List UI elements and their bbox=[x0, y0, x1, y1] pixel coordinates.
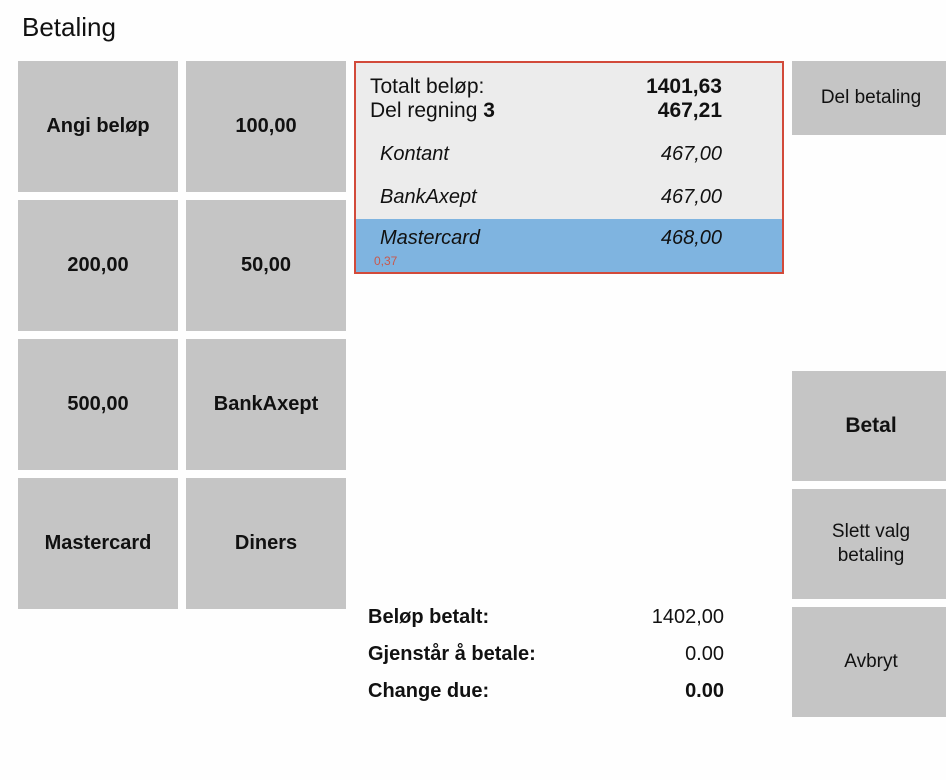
cancel-button[interactable]: Avbryt bbox=[792, 607, 946, 717]
split-label: Del regning 3 bbox=[370, 99, 495, 123]
diners-button[interactable]: Diners bbox=[186, 478, 346, 609]
payment-amount: 468,00 bbox=[661, 227, 768, 250]
payment-amount: 467,00 bbox=[661, 186, 768, 209]
payment-lines: Kontant 467,00 BankAxept 467,00 Masterca… bbox=[356, 133, 782, 272]
total-label: Totalt beløp: bbox=[370, 75, 484, 99]
amount-keypad: Angi beløp 100,00 200,00 50,00 500,00 Ba… bbox=[18, 61, 346, 717]
paid-value: 1402,00 bbox=[652, 606, 770, 629]
change-value: 0.00 bbox=[685, 680, 770, 703]
totals-block: Beløp betalt: 1402,00 Gjenstår å betale:… bbox=[354, 606, 784, 717]
amount-500-button[interactable]: 500,00 bbox=[18, 339, 178, 470]
bankaxept-button[interactable]: BankAxept bbox=[186, 339, 346, 470]
split-payment-button[interactable]: Del betaling bbox=[792, 61, 946, 135]
amount-100-button[interactable]: 100,00 bbox=[186, 61, 346, 192]
payment-line[interactable]: Kontant 467,00 bbox=[356, 133, 782, 176]
change-label: Change due: bbox=[368, 680, 489, 703]
payment-line[interactable]: BankAxept 467,00 bbox=[356, 176, 782, 219]
payment-summary-panel: Totalt beløp: 1401,63 Del regning 3 467,… bbox=[354, 61, 784, 274]
payment-sub-amount: 0,37 bbox=[374, 254, 397, 268]
payment-line-selected[interactable]: Mastercard 468,00 0,37 bbox=[356, 219, 782, 272]
action-column: Del betaling Betal Slett valg betaling A… bbox=[792, 61, 946, 717]
remaining-value: 0.00 bbox=[685, 643, 770, 666]
payment-method: BankAxept bbox=[380, 186, 477, 209]
paid-label: Beløp betalt: bbox=[368, 606, 489, 629]
payment-amount: 467,00 bbox=[661, 143, 768, 166]
amount-200-button[interactable]: 200,00 bbox=[18, 200, 178, 331]
spacer bbox=[792, 143, 946, 363]
mastercard-button[interactable]: Mastercard bbox=[18, 478, 178, 609]
total-value: 1401,63 bbox=[646, 75, 768, 99]
amount-50-button[interactable]: 50,00 bbox=[186, 200, 346, 331]
page-title: Betaling bbox=[22, 12, 928, 43]
split-value: 467,21 bbox=[658, 99, 768, 123]
remaining-label: Gjenstår å betale: bbox=[368, 643, 536, 666]
payment-method: Kontant bbox=[380, 143, 449, 166]
pay-button[interactable]: Betal bbox=[792, 371, 946, 481]
payment-method: Mastercard bbox=[380, 227, 480, 250]
delete-selected-payment-button[interactable]: Slett valg betaling bbox=[792, 489, 946, 599]
angi-belop-button[interactable]: Angi beløp bbox=[18, 61, 178, 192]
